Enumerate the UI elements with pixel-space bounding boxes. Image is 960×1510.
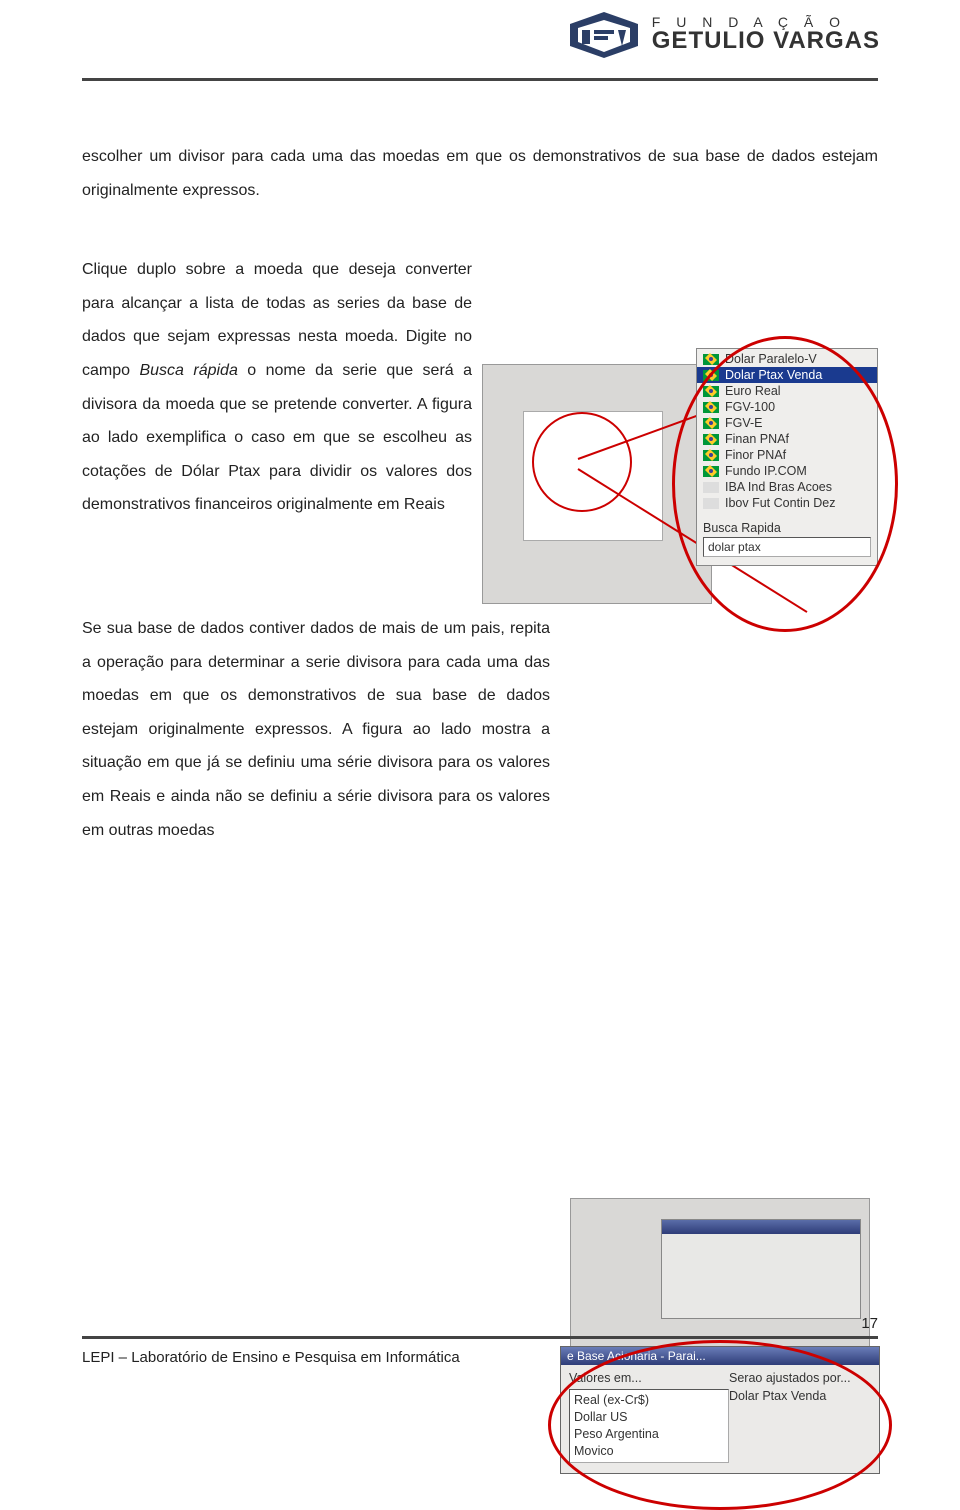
list-item[interactable]: Fundo IP.COM — [697, 463, 877, 479]
list-item[interactable]: FGV-100 — [697, 399, 877, 415]
search-input[interactable]: dolar ptax — [703, 537, 871, 557]
list-item[interactable]: Real (ex-Cr$) — [574, 1392, 724, 1409]
list-item-label: FGV-E — [725, 416, 763, 430]
fgv-logo: F U N D A Ç Ã O GETULIO VARGAS — [568, 8, 880, 60]
figure-1-series-panel: Dolar Paralelo-V Dolar Ptax Venda Euro R… — [696, 348, 878, 566]
logo-text-line2: GETULIO VARGAS — [652, 29, 880, 53]
flag-icon — [703, 418, 719, 429]
flag-icon — [703, 402, 719, 413]
page-header: F U N D A Ç Ã O GETULIO VARGAS — [0, 0, 960, 86]
flag-icon — [703, 386, 719, 397]
list-item[interactable]: Ibov Fut Contin Dez — [697, 495, 877, 511]
paragraph-3: Se sua base de dados contiver dados de m… — [82, 612, 550, 847]
figure-1-series-list[interactable]: Dolar Paralelo-V Dolar Ptax Venda Euro R… — [697, 349, 877, 513]
list-item-label: Dolar Ptax Venda — [725, 368, 822, 382]
list-item-label: Fundo IP.COM — [725, 464, 807, 478]
list-item-selected[interactable]: Dolar Ptax Venda — [697, 367, 877, 383]
list-item[interactable]: Dollar US — [574, 1409, 724, 1426]
list-item[interactable]: Dolar Paralelo-V — [697, 351, 877, 367]
paragraph-2-italic: Busca rápida — [139, 362, 237, 379]
figure-2-inner-window — [661, 1219, 861, 1319]
footer-divider — [82, 1336, 878, 1339]
list-item-label: Euro Real — [725, 384, 781, 398]
flag-icon — [703, 434, 719, 445]
paragraph-2-run2: o nome da serie que será a divisora da m… — [82, 362, 472, 513]
flag-icon — [703, 370, 719, 381]
list-item-label: Dolar Paralelo-V — [725, 352, 817, 366]
column-2-label: Serao ajustados por... — [729, 1371, 871, 1385]
figure-1-small-highlight-circle — [532, 412, 632, 512]
header-divider — [82, 78, 878, 81]
list-item-label: Finor PNAf — [725, 448, 786, 462]
list-item-label: Finan PNAf — [725, 432, 789, 446]
values-in-list[interactable]: Real (ex-Cr$) Dollar US Peso Argentina M… — [569, 1389, 729, 1463]
flag-icon — [703, 450, 719, 461]
paragraph-1: escolher um divisor para cada uma das mo… — [82, 140, 878, 207]
list-item[interactable]: Movico — [574, 1443, 724, 1460]
search-label: Busca Rapida — [697, 513, 877, 537]
list-item[interactable]: Finan PNAf — [697, 431, 877, 447]
list-item-label: Ibov Fut Contin Dez — [725, 496, 835, 510]
flag-icon — [703, 482, 719, 493]
adjusted-by-value: Dolar Ptax Venda — [729, 1389, 871, 1403]
fgv-logo-mark-icon — [568, 8, 642, 60]
list-item[interactable]: IBA Ind Bras Acoes — [697, 479, 877, 495]
list-item-label: IBA Ind Bras Acoes — [725, 480, 832, 494]
list-item[interactable]: Euro Real — [697, 383, 877, 399]
footer-text: LEPI – Laboratório de Ensino e Pesquisa … — [82, 1349, 878, 1366]
page-number: 17 — [82, 1315, 878, 1332]
paragraph-2: Clique duplo sobre a moeda que deseja co… — [82, 253, 472, 522]
list-item[interactable]: Finor PNAf — [697, 447, 877, 463]
flag-icon — [703, 498, 719, 509]
list-item[interactable]: FGV-E — [697, 415, 877, 431]
page-footer: 17 LEPI – Laboratório de Ensino e Pesqui… — [82, 1315, 878, 1366]
flag-icon — [703, 466, 719, 477]
figure-1: Dolar Paralelo-V Dolar Ptax Venda Euro R… — [482, 348, 878, 620]
flag-icon — [703, 354, 719, 365]
list-item[interactable]: Peso Argentina — [574, 1426, 724, 1443]
column-1-label: Valores em... — [569, 1371, 729, 1385]
list-item-label: FGV-100 — [725, 400, 775, 414]
